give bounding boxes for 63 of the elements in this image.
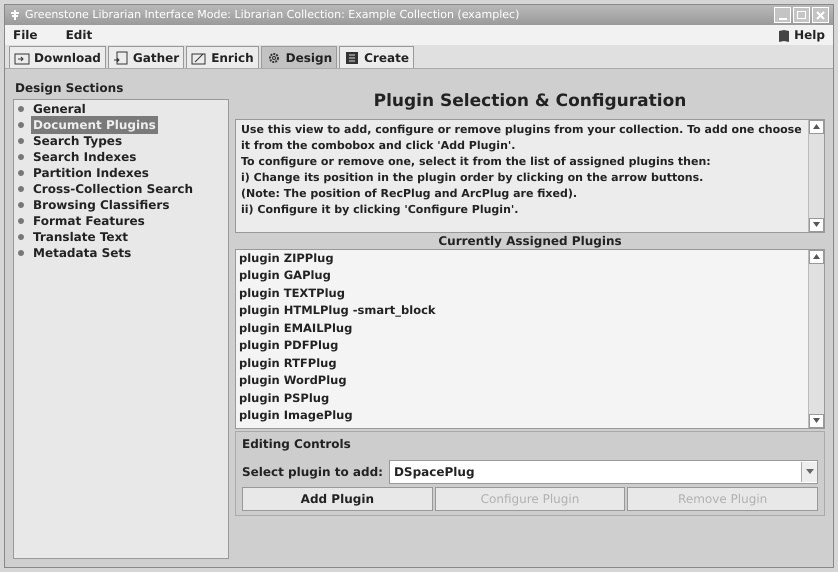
folder-icon [14,50,30,64]
section-item[interactable]: Search Indexes [31,148,138,166]
document-icon [112,50,129,64]
plugin-list-item[interactable]: plugin RTFPlug [239,354,805,372]
scroll-down-icon[interactable] [809,414,824,428]
section-item[interactable]: Metadata Sets [31,244,134,262]
build-icon [344,50,360,64]
book-icon [778,28,790,42]
menu-item[interactable]: File [13,26,38,44]
instructions-text: Use this view to add, configure or remove plugins from your collection. To add one choose it from the combobox and click 'Add Plugin'. To configure or remove one, select it from the list of assigned plugins then: i) Change its position in the plugin order by clicking on the arrow buttons. (Note: The position of RecPlug and ArcPlug are fixed). ii) Configure it by clicking 'Configure Plugin'. [240,122,803,218]
section-item[interactable]: Cross-Collection Search [31,180,196,198]
tab[interactable]: Download [9,46,106,68]
select-label: Select plugin to add: [242,464,383,480]
plugin-list-item[interactable]: plugin GAPlug [239,267,805,284]
plugin-dropdown[interactable]: DSpacePlug [388,460,818,484]
bullet-icon [18,218,24,224]
edit-icon [191,50,208,64]
bullet-icon [18,122,24,128]
menu-item[interactable]: Edit [66,26,92,44]
scrollbar[interactable] [808,250,824,428]
close-button[interactable] [812,7,829,23]
section-item[interactable]: Browsing Classifiers [31,196,172,214]
scrollbar[interactable] [808,120,824,232]
plugin-list-item[interactable]: plugin ImagePlug [239,407,805,424]
action-button[interactable]: Add Plugin [242,486,433,510]
section-item[interactable]: Search Types [31,132,124,150]
plugin-list-item[interactable]: plugin ZIPPlug [239,250,805,267]
section-item[interactable]: Translate Text [31,228,130,246]
minimize-button[interactable] [774,7,791,23]
bullet-icon [18,202,24,208]
app-icon [9,9,21,21]
tab[interactable]: Create [339,46,414,68]
close-icon [816,10,825,20]
bullet-icon [18,138,24,144]
plugin-list-item[interactable]: plugin PSPlug [239,390,805,407]
group-title: Editing Controls [242,436,352,453]
section-item[interactable]: Document Plugins [31,116,158,134]
plugin-list-item[interactable]: plugin HTMLPlug -smart_block [239,302,805,320]
bullet-icon [18,154,24,160]
maximize-button[interactable] [793,7,810,23]
help-button[interactable]: Help [778,26,825,44]
section-item[interactable]: General [31,100,88,118]
section-item[interactable]: Format Features [31,212,147,230]
section-item[interactable]: Partition Indexes [31,164,151,182]
scroll-up-icon[interactable] [809,250,824,264]
sidebar-title: Design Sections [14,80,124,97]
bullet-icon [18,250,24,256]
bullet-icon [18,170,24,176]
plugin-list-item[interactable]: plugin EMAILPlug [239,320,805,337]
plugin-list-item[interactable]: plugin WordPlug [239,372,805,390]
tab[interactable]: Enrich [186,46,259,68]
tab[interactable]: Design [260,46,338,68]
tab[interactable]: Gather [108,46,184,68]
bullet-icon [18,186,24,192]
bullet-icon [18,106,24,112]
scroll-down-icon[interactable] [809,218,824,232]
scroll-up-icon[interactable] [809,120,824,134]
panel-heading: Plugin Selection & Configuration [372,90,688,113]
bullet-icon [18,234,24,240]
list-heading: Currently Assigned Plugins [437,232,623,248]
window-title: Greenstone Librarian Interface Mode: Librarian Collection: Example Collection (examplec) [25,6,520,23]
plugin-list-item[interactable]: plugin PDFPlug [239,337,805,354]
plugin-list-item[interactable]: plugin TEXTPlug [239,284,805,302]
